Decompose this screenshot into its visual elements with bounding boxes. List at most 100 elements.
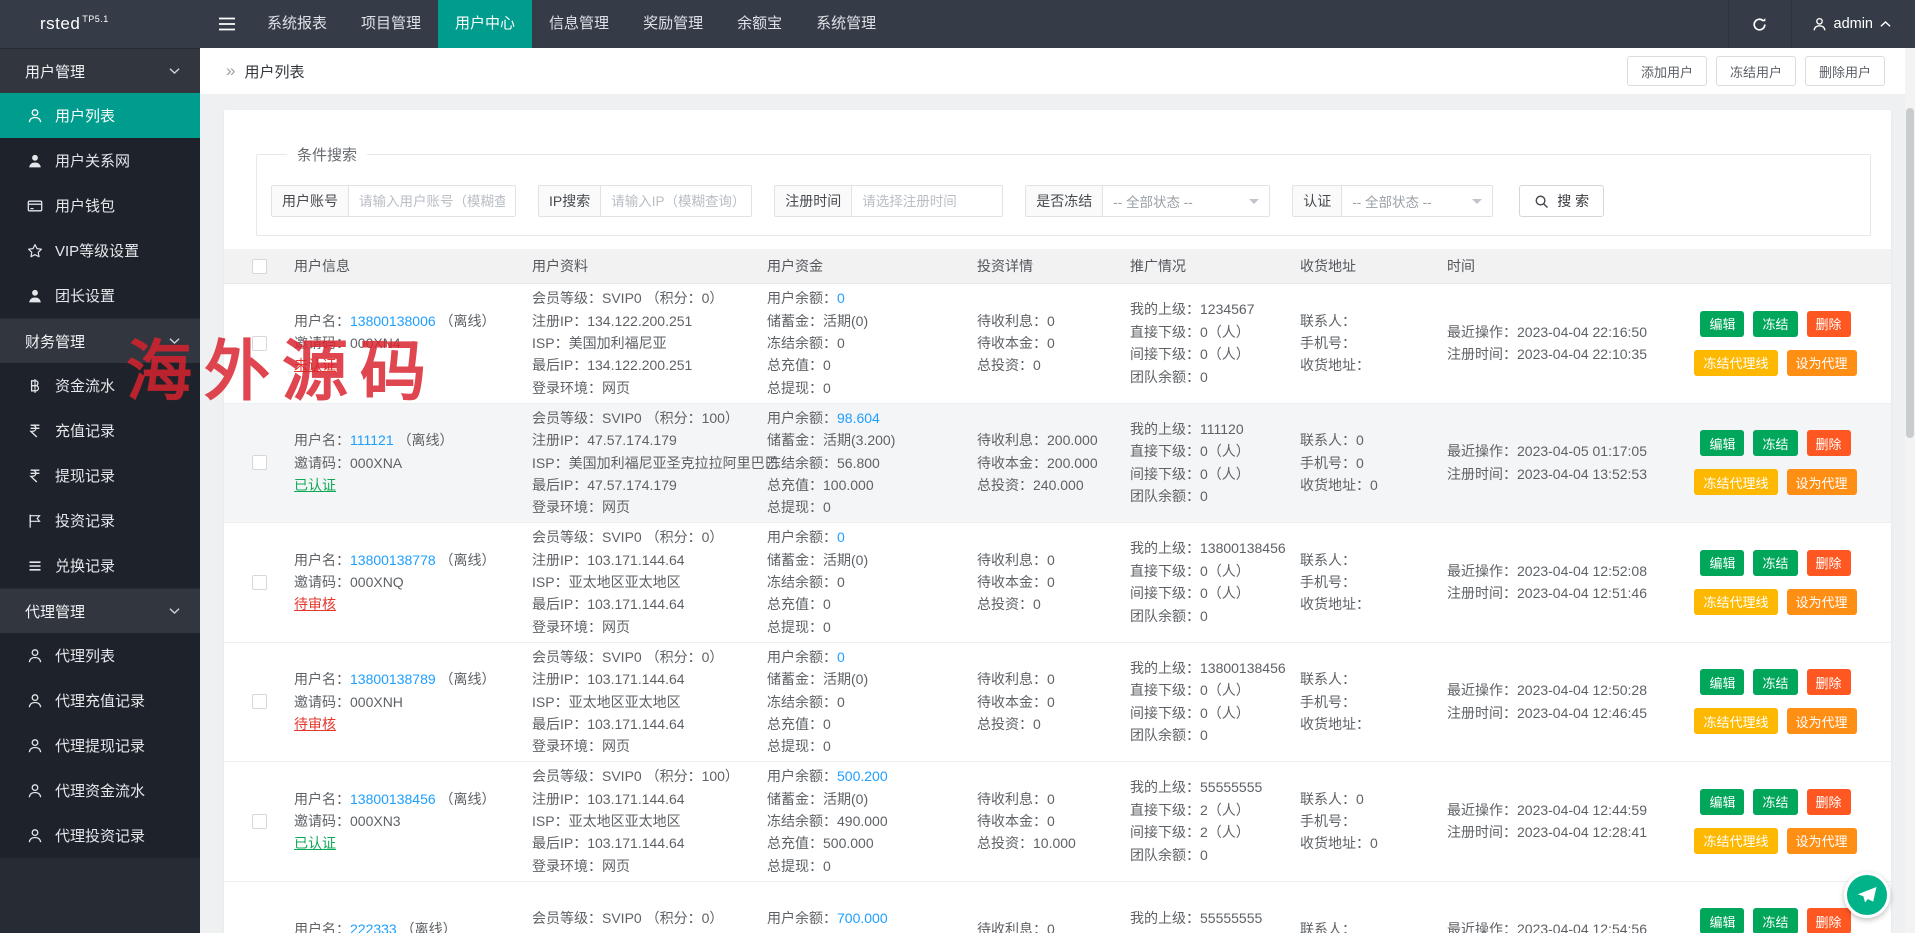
freeze-button[interactable]: 冻结 [1753, 908, 1797, 933]
ip-input[interactable] [600, 185, 752, 217]
freeze-status-select[interactable]: -- 全部状态 -- [1102, 185, 1270, 217]
sidebar-item-资金流水[interactable]: 资金流水 [0, 363, 200, 408]
field-value: 103.171.144.64 [587, 552, 684, 568]
edit-button[interactable]: 编辑 [1700, 789, 1744, 815]
freeze-button[interactable]: 冻结 [1753, 789, 1797, 815]
chat-float-button[interactable] [1844, 872, 1890, 918]
set-agent-button[interactable]: 设为代理 [1787, 828, 1857, 854]
delete-button[interactable]: 删除 [1807, 550, 1851, 576]
hamburger-icon[interactable] [218, 17, 236, 31]
field-line: 联系人：0 [1300, 429, 1447, 451]
row-checkbox[interactable] [252, 575, 267, 590]
delete-user-button[interactable]: 删除用户 [1805, 56, 1885, 86]
freeze-agent-line-button[interactable]: 冻结代理线 [1694, 469, 1777, 495]
freeze-status-label: 是否冻结 [1025, 185, 1102, 217]
user-icon [27, 782, 44, 799]
freeze-user-button[interactable]: 冻结用户 [1716, 56, 1796, 86]
delete-button[interactable]: 删除 [1807, 311, 1851, 337]
auth-status-select[interactable]: -- 全部状态 -- [1341, 185, 1493, 217]
field-line: 登录环境：网页 [532, 377, 767, 399]
sidebar-item-用户关系网[interactable]: 用户关系网 [0, 138, 200, 183]
delete-button[interactable]: 删除 [1807, 789, 1851, 815]
nav-item-7[interactable]: 系统管理 [799, 0, 893, 48]
sidebar-item-label: VIP等级设置 [55, 240, 139, 261]
scrollbar-thumb[interactable] [1906, 108, 1914, 438]
cell-promo: 我的上级：55555555直接下级：2（人）间接下级：2（人）团队余额：0 [1130, 776, 1300, 866]
set-agent-button[interactable]: 设为代理 [1787, 469, 1857, 495]
nav-item-3[interactable]: 用户中心 [438, 0, 532, 48]
sidebar-group-3[interactable]: 代理管理 [0, 588, 200, 633]
freeze-button[interactable]: 冻结 [1753, 550, 1797, 576]
account-input[interactable] [348, 185, 516, 217]
sidebar-item-提现记录[interactable]: 提现记录 [0, 453, 200, 498]
row-checkbox[interactable] [252, 336, 267, 351]
register-time-input[interactable] [851, 185, 1003, 217]
users-icon [27, 287, 44, 304]
sidebar-item-投资记录[interactable]: 投资记录 [0, 498, 200, 543]
field-line: 总投资：240.000 [977, 474, 1130, 496]
nav-item-4[interactable]: 信息管理 [532, 0, 626, 48]
sidebar-item-VIP等级设置[interactable]: VIP等级设置 [0, 228, 200, 273]
online-status: （离线） [397, 921, 457, 933]
set-agent-button[interactable]: 设为代理 [1787, 350, 1857, 376]
field-value: 0 [1047, 335, 1055, 351]
sidebar-group-2[interactable]: 财务管理 [0, 318, 200, 363]
row-checkbox[interactable] [252, 814, 267, 829]
sidebar-item-兑换记录[interactable]: 兑换记录 [0, 543, 200, 588]
refresh-button[interactable] [1728, 0, 1792, 48]
freeze-agent-line-button[interactable]: 冻结代理线 [1694, 708, 1777, 734]
freeze-agent-line-button[interactable]: 冻结代理线 [1694, 350, 1777, 376]
chevron-down-icon [1472, 199, 1482, 209]
field-value: SVIP0 （积分：0） [602, 910, 723, 926]
field-line: 待收利息：0 [977, 549, 1130, 571]
sidebar-item-代理充值记录[interactable]: 代理充值记录 [0, 678, 200, 723]
admin-menu[interactable]: admin [1792, 16, 1915, 32]
sidebar-item-代理投资记录[interactable]: 代理投资记录 [0, 813, 200, 858]
field-value: 98.604 [837, 410, 880, 426]
freeze-button[interactable]: 冻结 [1753, 430, 1797, 456]
delete-button[interactable]: 删除 [1807, 908, 1851, 933]
search-button[interactable]: 搜 索 [1519, 185, 1604, 217]
field-value: 0 [1200, 369, 1208, 385]
sidebar-item-用户钱包[interactable]: 用户钱包 [0, 183, 200, 228]
edit-button[interactable]: 编辑 [1700, 311, 1744, 337]
cell-time: 最近操作：2023-04-05 01:17:05注册时间：2023-04-04 … [1447, 440, 1660, 485]
sidebar-item-用户列表[interactable]: 用户列表 [0, 93, 200, 138]
select-all-checkbox[interactable] [252, 259, 267, 274]
freeze-button[interactable]: 冻结 [1753, 669, 1797, 695]
cert-status[interactable]: 已认证 [294, 835, 336, 851]
user-icon [27, 737, 44, 754]
nav-item-2[interactable]: 项目管理 [344, 0, 438, 48]
sidebar-group-1[interactable]: 用户管理 [0, 48, 200, 93]
nav-item-5[interactable]: 奖励管理 [626, 0, 720, 48]
sidebar-item-团长设置[interactable]: 团长设置 [0, 273, 200, 318]
edit-button[interactable]: 编辑 [1700, 430, 1744, 456]
field-value: 000XN3 [350, 813, 401, 829]
sidebar-item-代理提现记录[interactable]: 代理提现记录 [0, 723, 200, 768]
row-checkbox[interactable] [252, 694, 267, 709]
freeze-agent-line-button[interactable]: 冻结代理线 [1694, 828, 1777, 854]
set-agent-button[interactable]: 设为代理 [1787, 589, 1857, 615]
scrollbar[interactable] [1905, 48, 1915, 933]
freeze-button[interactable]: 冻结 [1753, 311, 1797, 337]
sidebar-item-代理列表[interactable]: 代理列表 [0, 633, 200, 678]
edit-button[interactable]: 编辑 [1700, 669, 1744, 695]
row-checkbox-cell [224, 694, 294, 709]
nav-item-1[interactable]: 系统报表 [250, 0, 344, 48]
edit-button[interactable]: 编辑 [1700, 550, 1744, 576]
cert-status[interactable]: 待审核 [294, 596, 336, 612]
add-user-button[interactable]: 添加用户 [1627, 56, 1707, 86]
edit-button[interactable]: 编辑 [1700, 908, 1744, 933]
set-agent-button[interactable]: 设为代理 [1787, 708, 1857, 734]
delete-button[interactable]: 删除 [1807, 430, 1851, 456]
freeze-agent-line-button[interactable]: 冻结代理线 [1694, 589, 1777, 615]
nav-item-6[interactable]: 余额宝 [720, 0, 799, 48]
cert-status[interactable]: 未认证 [294, 357, 336, 373]
row-checkbox[interactable] [252, 455, 267, 470]
sidebar-item-代理资金流水[interactable]: 代理资金流水 [0, 768, 200, 813]
cert-status[interactable]: 待审核 [294, 716, 336, 732]
main: » 用户列表 添加用户 冻结用户 删除用户 条件搜索 用户账号 IP搜索 [200, 48, 1915, 933]
delete-button[interactable]: 删除 [1807, 669, 1851, 695]
sidebar-item-充值记录[interactable]: 充值记录 [0, 408, 200, 453]
cert-status[interactable]: 已认证 [294, 477, 336, 493]
